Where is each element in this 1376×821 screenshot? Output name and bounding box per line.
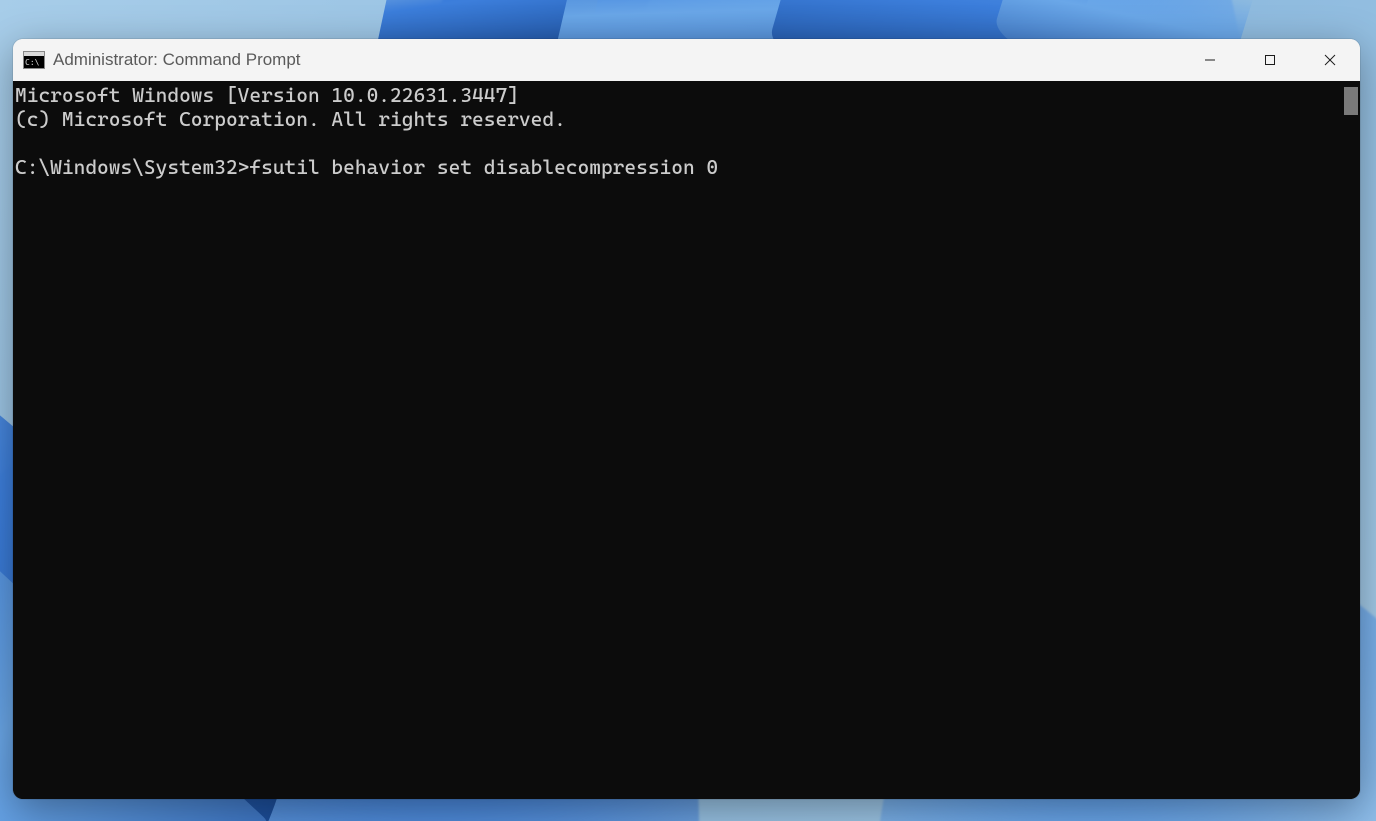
- cmd-icon: C:\: [23, 51, 45, 69]
- terminal-area: Microsoft Windows [Version 10.0.22631.34…: [13, 81, 1360, 799]
- command-prompt-window: C:\ Administrator: Command Prompt: [13, 39, 1360, 799]
- titlebar[interactable]: C:\ Administrator: Command Prompt: [13, 39, 1360, 81]
- window-controls: [1180, 39, 1360, 81]
- terminal-line: Microsoft Windows [Version 10.0.22631.34…: [15, 83, 519, 107]
- terminal-line: (c) Microsoft Corporation. All rights re…: [15, 107, 566, 131]
- window-title: Administrator: Command Prompt: [53, 39, 1180, 81]
- scrollbar-thumb[interactable]: [1344, 87, 1358, 115]
- terminal-command: fsutil behavior set disablecompression 0: [249, 155, 718, 179]
- close-button[interactable]: [1300, 39, 1360, 81]
- maximize-button[interactable]: [1240, 39, 1300, 81]
- scrollbar-track[interactable]: [1340, 81, 1360, 799]
- desktop-background: C:\ Administrator: Command Prompt: [0, 0, 1376, 821]
- svg-text:C:\: C:\: [25, 58, 40, 67]
- minimize-button[interactable]: [1180, 39, 1240, 81]
- terminal-output[interactable]: Microsoft Windows [Version 10.0.22631.34…: [13, 81, 1340, 799]
- terminal-prompt: C:\Windows\System32>: [15, 155, 249, 179]
